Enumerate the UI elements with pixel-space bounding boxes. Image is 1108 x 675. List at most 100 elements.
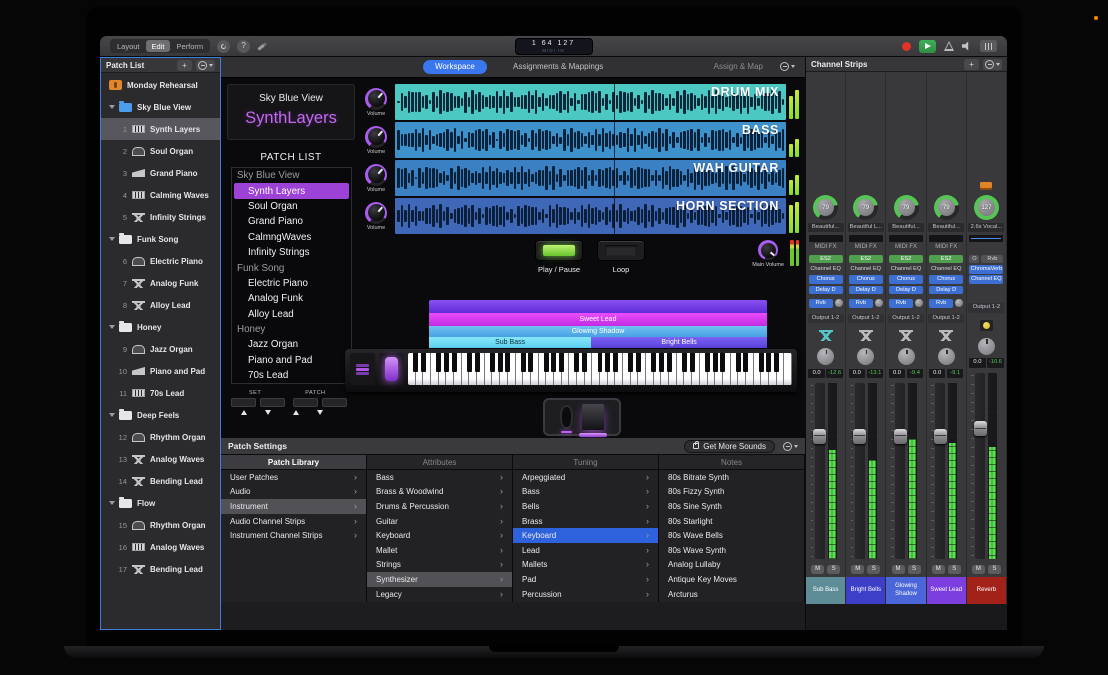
patch-list-row[interactable]: 14 Bending Lead bbox=[101, 470, 220, 492]
volume-fader[interactable] bbox=[935, 383, 945, 558]
strip-volume-knob[interactable]: 79 bbox=[853, 195, 878, 220]
panel-toggle-icon[interactable] bbox=[980, 40, 997, 52]
patch-list-row[interactable]: 10 Piano and Pad bbox=[101, 360, 220, 382]
disclosure-triangle-icon[interactable] bbox=[109, 413, 115, 417]
fader-cap[interactable] bbox=[853, 429, 866, 444]
patch-list-row[interactable]: Sky Blue View bbox=[101, 96, 220, 118]
pitch-wheel[interactable] bbox=[350, 353, 375, 385]
disclosure-triangle-icon[interactable] bbox=[109, 105, 115, 109]
strip-name-plate[interactable]: Sweet Lead bbox=[927, 577, 966, 604]
library-item[interactable]: Drums & Percussion› bbox=[367, 499, 512, 514]
eq-slot[interactable]: Channel EQ bbox=[929, 265, 963, 274]
setting-thumbnail[interactable] bbox=[969, 235, 1003, 242]
waveform-region[interactable]: DRUM MIX bbox=[395, 84, 786, 120]
library-item[interactable]: Arcturus bbox=[659, 587, 804, 602]
library-item[interactable]: 80s Wave Synth bbox=[659, 543, 804, 558]
library-item[interactable]: Keyboard› bbox=[513, 528, 658, 543]
screen-patch-list-item[interactable]: Soul Organ bbox=[232, 199, 351, 214]
patch-list-row[interactable]: Deep Feels bbox=[101, 404, 220, 426]
patch-up-icon[interactable] bbox=[293, 410, 299, 415]
layer-sub-bass[interactable]: Sub Bass bbox=[429, 337, 591, 348]
insert-slot-2[interactable]: Delay D bbox=[809, 286, 843, 295]
library-item[interactable]: Instrument Channel Strips› bbox=[221, 528, 366, 543]
screen-patch-list-item[interactable]: Synth Layers bbox=[234, 183, 349, 198]
volume-fader[interactable] bbox=[895, 383, 905, 558]
patch-list-row[interactable]: 1 Synth Layers bbox=[101, 118, 220, 140]
mode-perform-button[interactable]: Perform bbox=[170, 40, 209, 52]
metronome-icon[interactable] bbox=[944, 41, 954, 51]
patch-list-row[interactable]: 6 Electric Piano bbox=[101, 250, 220, 272]
screen-patch-list-item[interactable]: Alloy Lead bbox=[232, 307, 351, 322]
fader-cap[interactable] bbox=[813, 429, 826, 444]
set-down-icon[interactable] bbox=[265, 410, 271, 415]
library-item[interactable]: Brass & Woodwind› bbox=[367, 485, 512, 500]
setting-thumbnail[interactable] bbox=[809, 235, 843, 242]
library-item[interactable]: User Patches› bbox=[221, 470, 366, 485]
track-volume-knob[interactable] bbox=[365, 88, 387, 110]
solo-button[interactable]: S bbox=[948, 565, 961, 575]
screen-patch-list-item[interactable]: Funk Song bbox=[232, 260, 351, 275]
patch-list-row[interactable]: 17 Bending Lead bbox=[101, 558, 220, 580]
eq-slot[interactable]: Channel EQ bbox=[849, 265, 883, 274]
strip-volume-knob[interactable]: 127 bbox=[974, 195, 999, 220]
playhead[interactable] bbox=[614, 84, 616, 120]
add-patch-button[interactable]: + bbox=[177, 60, 192, 71]
instrument-slot[interactable]: ES2 bbox=[929, 255, 963, 264]
pan-knob[interactable] bbox=[938, 348, 955, 365]
tab-workspace[interactable]: Workspace bbox=[423, 60, 487, 74]
library-item[interactable]: Percussion› bbox=[513, 587, 658, 602]
library-item[interactable]: Audio› bbox=[221, 485, 366, 500]
patch-settings-action-menu[interactable] bbox=[783, 442, 798, 451]
patch-list-row[interactable]: 3 Grand Piano bbox=[101, 162, 220, 184]
library-item[interactable]: Lead› bbox=[513, 543, 658, 558]
reverb-send-button[interactable]: Rvb bbox=[889, 299, 913, 308]
loop-button[interactable] bbox=[597, 240, 645, 261]
add-channel-strip-button[interactable]: + bbox=[964, 59, 979, 70]
library-item[interactable]: 80s Wave Bells bbox=[659, 528, 804, 543]
insert-slot-2[interactable]: Delay D bbox=[889, 286, 923, 295]
library-item[interactable]: Keyboard› bbox=[367, 528, 512, 543]
patch-list-row[interactable]: 9 Jazz Organ bbox=[101, 338, 220, 360]
library-item[interactable]: 80s Fizzy Synth bbox=[659, 485, 804, 500]
track-volume-knob[interactable] bbox=[365, 202, 387, 224]
library-item[interactable]: Synthesizer› bbox=[367, 572, 512, 587]
insert-slot-1[interactable]: Chorus bbox=[889, 275, 923, 284]
fader-cap[interactable] bbox=[894, 429, 907, 444]
library-item[interactable]: Pad› bbox=[513, 572, 658, 587]
screen-patch-list-item[interactable]: Sky Blue View bbox=[232, 168, 351, 183]
library-item[interactable]: Mallet› bbox=[367, 543, 512, 558]
library-item[interactable]: Mallets› bbox=[513, 558, 658, 573]
screen-patch-list-item[interactable]: Jazz Organ bbox=[232, 337, 351, 352]
library-item[interactable]: Antique Key Moves bbox=[659, 572, 804, 587]
playhead[interactable] bbox=[614, 198, 616, 234]
expression-pedal[interactable] bbox=[560, 405, 573, 429]
mute-button[interactable]: M bbox=[972, 565, 985, 575]
patch-list-row[interactable]: 15 Rhythm Organ bbox=[101, 514, 220, 536]
patch-list-row[interactable]: 13 Analog Waves bbox=[101, 448, 220, 470]
insert-slot-2[interactable]: Delay D bbox=[929, 286, 963, 295]
midi-fx-slot[interactable]: MIDI FX bbox=[815, 242, 837, 253]
mode-edit-button[interactable]: Edit bbox=[146, 40, 171, 52]
pan-knob[interactable] bbox=[978, 338, 995, 355]
piano-keys[interactable] bbox=[408, 353, 792, 385]
output-slot[interactable]: Output 1-2 bbox=[848, 314, 884, 324]
track-volume-knob[interactable] bbox=[365, 164, 387, 186]
screen-patch-list-item[interactable]: 70s Lead bbox=[232, 368, 351, 383]
setting-thumbnail[interactable] bbox=[889, 235, 923, 242]
insert-slot-1[interactable]: ChromaVerb bbox=[969, 265, 1003, 274]
playhead[interactable] bbox=[614, 160, 616, 196]
strip-volume-knob[interactable]: 79 bbox=[894, 195, 919, 220]
screen-patch-list-item[interactable]: CalmngWaves bbox=[232, 230, 351, 245]
library-item[interactable]: 80s Sine Synth bbox=[659, 499, 804, 514]
reverb-send-button[interactable]: Rvb bbox=[809, 299, 833, 308]
send-knob[interactable] bbox=[915, 299, 923, 307]
main-volume-knob[interactable] bbox=[758, 240, 778, 260]
set-up-icon[interactable] bbox=[241, 410, 247, 415]
library-item[interactable]: Strings› bbox=[367, 558, 512, 573]
mode-layout-button[interactable]: Layout bbox=[111, 40, 146, 52]
solo-button[interactable]: S bbox=[827, 565, 840, 575]
set-next-button[interactable] bbox=[260, 398, 285, 407]
tab-tuning[interactable]: Tuning bbox=[513, 455, 659, 469]
patch-list-row[interactable]: 12 Rhythm Organ bbox=[101, 426, 220, 448]
output-slot[interactable]: Output 1-2 bbox=[888, 314, 924, 324]
